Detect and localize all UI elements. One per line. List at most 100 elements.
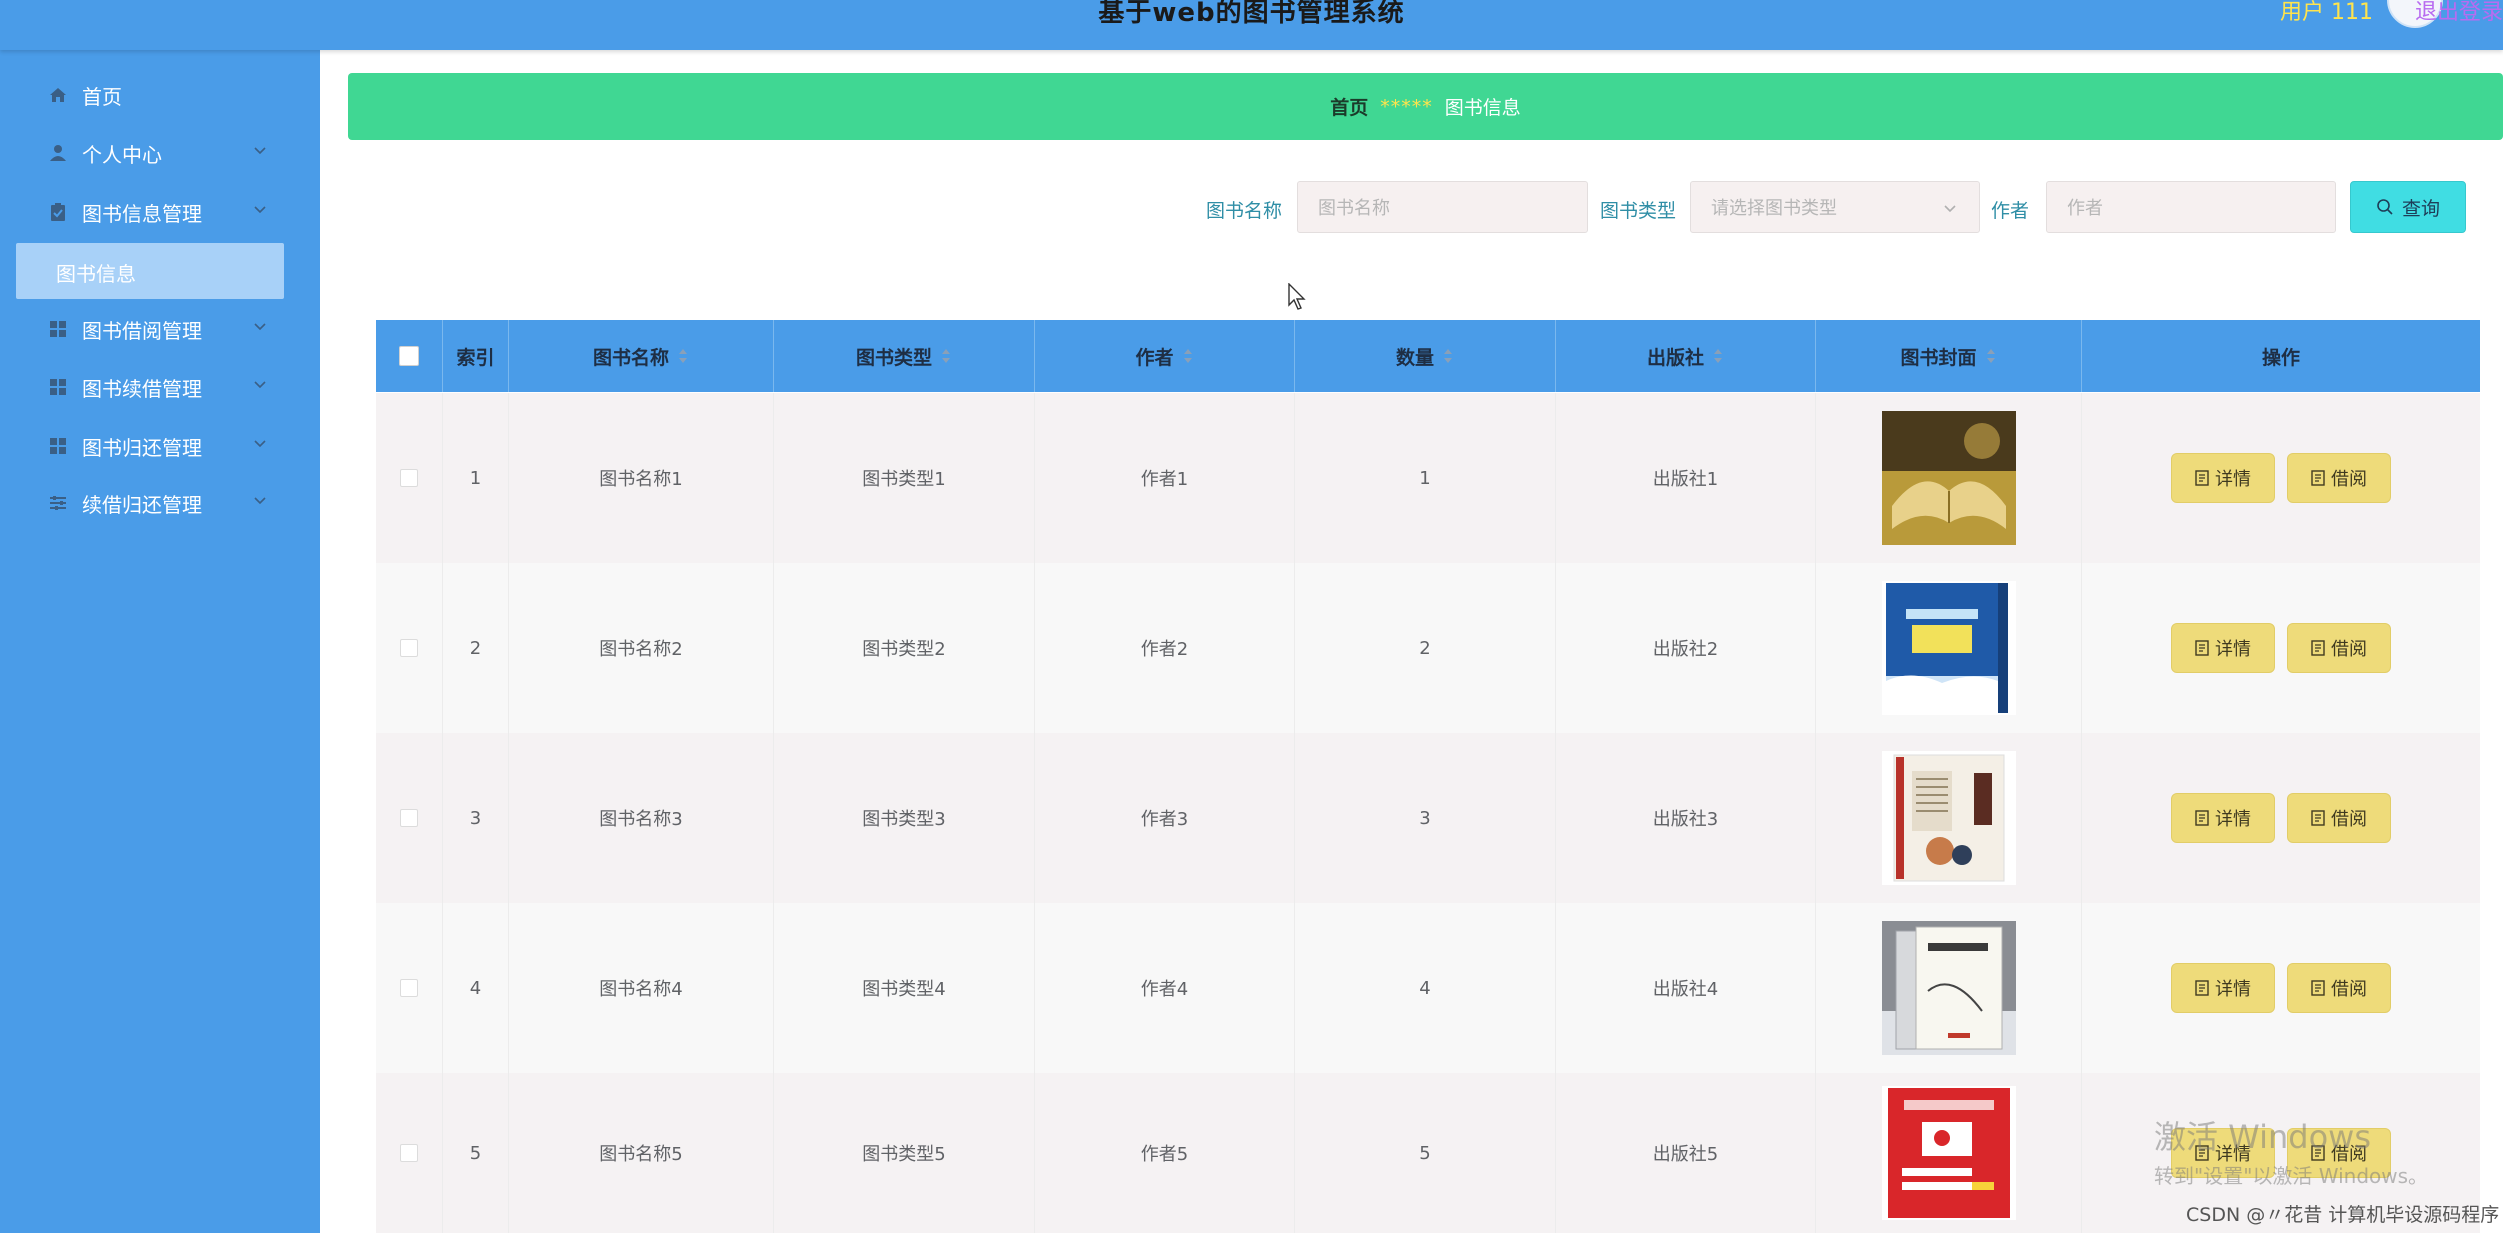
sidebar-item-label: 图书信息管理	[82, 201, 202, 226]
author-placeholder: 作者	[2067, 198, 2103, 219]
sort-icon[interactable]	[677, 347, 689, 365]
cell-book-type: 图书类型1	[774, 393, 1035, 563]
sidebar-item-label: 图书续借管理	[82, 376, 202, 401]
cell-index: 4	[443, 903, 509, 1073]
sidebar-item-label: 图书借阅管理	[82, 318, 202, 343]
sidebar-item-profile[interactable]: 个人中心	[0, 124, 320, 182]
chevron-down-icon	[1944, 205, 1956, 213]
author-input[interactable]: 作者	[2046, 181, 2336, 233]
column-header-author[interactable]: 作者	[1035, 320, 1295, 392]
book-cover-image[interactable]	[1881, 921, 2016, 1055]
document-icon	[2311, 470, 2325, 486]
column-header-cover[interactable]: 图书封面	[1816, 320, 2082, 392]
cell-cover	[1816, 903, 2082, 1073]
sidebar-item-label: 图书归还管理	[82, 435, 202, 460]
clipboard-icon	[51, 203, 65, 221]
column-header-book-name[interactable]: 图书名称	[509, 320, 774, 392]
watermark-title: 激活 Windows	[2154, 1118, 2372, 1156]
book-cover-image[interactable]	[1881, 751, 2016, 885]
sort-icon[interactable]	[1712, 347, 1724, 365]
current-user: 用户 111	[2280, 0, 2373, 25]
column-header-publisher[interactable]: 出版社	[1556, 320, 1816, 392]
book-type-select[interactable]: 请选择图书类型	[1690, 181, 1980, 233]
cell-author: 作者5	[1035, 1073, 1295, 1233]
cell-author: 作者4	[1035, 903, 1295, 1073]
book-name-input[interactable]: 图书名称	[1297, 181, 1588, 233]
logout-link[interactable]: 退出登录	[2415, 0, 2503, 26]
breadcrumb-separator: *****	[1380, 95, 1433, 118]
book-type-label: 图书类型	[1600, 200, 1677, 222]
book-name-placeholder: 图书名称	[1318, 198, 1390, 219]
cell-publisher: 出版社1	[1556, 393, 1816, 563]
sidebar-item-renew-mgmt[interactable]: 图书续借管理	[0, 358, 320, 416]
detail-button[interactable]: 详情	[2171, 453, 2275, 503]
cell-quantity: 2	[1295, 563, 1556, 733]
mouse-cursor-icon	[1288, 283, 1306, 310]
column-header-label: 图书类型	[855, 346, 932, 369]
sort-icon[interactable]	[1442, 347, 1454, 365]
column-header-label: 作者	[1135, 346, 1174, 369]
column-header-book-type[interactable]: 图书类型	[774, 320, 1035, 392]
document-icon	[2195, 470, 2209, 486]
cell-book-name: 图书名称4	[509, 903, 774, 1073]
csdn-credit: CSDN @〃花昔 计算机毕设源码程序	[2186, 1204, 2500, 1226]
sidebar: 首页 个人中心 图书信息管理 图书信息 图书借阅管理 图书续借管理 图书归还管理…	[0, 50, 320, 1233]
select-all-checkbox[interactable]	[399, 346, 419, 366]
search-icon	[2377, 199, 2393, 215]
sort-icon[interactable]	[940, 347, 952, 365]
chevron-down-icon	[254, 323, 266, 331]
detail-button-label: 详情	[2215, 469, 2251, 490]
cell-book-name: 图书名称1	[509, 393, 774, 563]
watermark-subtitle: 转到"设置"以激活 Windows。	[2154, 1164, 2429, 1188]
app-title: 基于web的图书管理系统	[1098, 0, 1405, 28]
sidebar-item-borrow-mgmt[interactable]: 图书借阅管理	[0, 300, 320, 358]
detail-button[interactable]: 详情	[2171, 623, 2275, 673]
book-cover-image[interactable]	[1881, 1086, 2016, 1220]
cell-publisher: 出版社4	[1556, 903, 1816, 1073]
cell-cover	[1816, 1073, 2082, 1233]
row-checkbox[interactable]	[400, 979, 418, 997]
book-type-placeholder: 请选择图书类型	[1711, 198, 1837, 219]
query-button[interactable]: 查询	[2350, 181, 2466, 233]
cell-author: 作者1	[1035, 393, 1295, 563]
sidebar-item-return-mgmt[interactable]: 图书归还管理	[0, 417, 320, 475]
table-header: 索引 图书名称 图书类型 作者 数量 出版社 图书封面 操作	[376, 320, 2480, 392]
column-header-quantity[interactable]: 数量	[1295, 320, 1556, 392]
row-checkbox[interactable]	[400, 809, 418, 827]
borrow-button[interactable]: 借阅	[2287, 453, 2391, 503]
cell-book-type: 图书类型4	[774, 903, 1035, 1073]
sidebar-subitem-book-info[interactable]: 图书信息	[16, 243, 284, 299]
document-icon	[2195, 980, 2209, 996]
detail-button[interactable]: 详情	[2171, 963, 2275, 1013]
sort-icon[interactable]	[1182, 347, 1194, 365]
borrow-button-label: 借阅	[2331, 809, 2367, 830]
detail-button-label: 详情	[2215, 639, 2251, 660]
detail-button[interactable]: 详情	[2171, 793, 2275, 843]
sidebar-subitem-label: 图书信息	[56, 262, 136, 286]
book-cover-image[interactable]	[1881, 411, 2016, 545]
cell-book-type: 图书类型2	[774, 563, 1035, 733]
row-select-cell	[376, 393, 443, 563]
sidebar-item-home[interactable]: 首页	[0, 66, 320, 124]
borrow-button[interactable]: 借阅	[2287, 793, 2391, 843]
cell-book-type: 图书类型3	[774, 733, 1035, 903]
document-icon	[2311, 640, 2325, 656]
breadcrumb-current: 图书信息	[1444, 97, 1521, 119]
cell-publisher: 出版社2	[1556, 563, 1816, 733]
borrow-button[interactable]: 借阅	[2287, 623, 2391, 673]
row-select-cell	[376, 563, 443, 733]
row-select-cell	[376, 903, 443, 1073]
cell-book-name: 图书名称2	[509, 563, 774, 733]
row-checkbox[interactable]	[400, 639, 418, 657]
sort-icon[interactable]	[1985, 347, 1997, 365]
breadcrumb-home[interactable]: 首页	[1330, 93, 1368, 120]
sidebar-item-renew-return-mgmt[interactable]: 续借归还管理	[0, 474, 320, 532]
column-header-actions: 操作	[2082, 320, 2480, 392]
row-checkbox[interactable]	[400, 1144, 418, 1162]
row-checkbox[interactable]	[400, 469, 418, 487]
cell-quantity: 5	[1295, 1073, 1556, 1233]
borrow-button[interactable]: 借阅	[2287, 963, 2391, 1013]
book-cover-image[interactable]	[1881, 581, 2016, 715]
home-icon	[50, 88, 66, 102]
sidebar-item-book-info-mgmt[interactable]: 图书信息管理	[0, 183, 320, 241]
